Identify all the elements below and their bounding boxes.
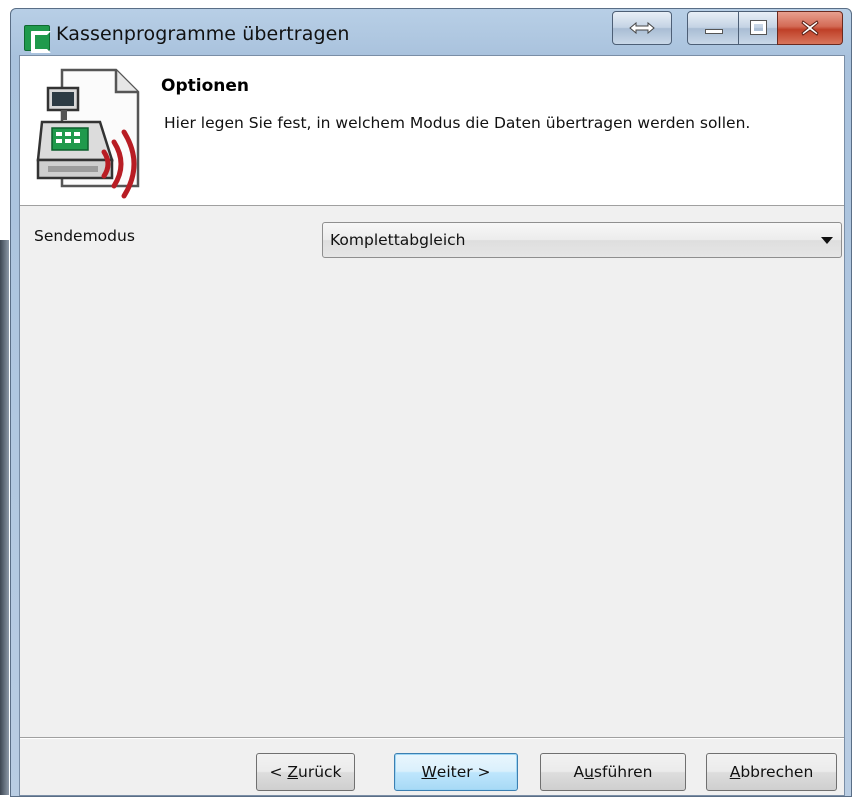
back-button-prefix: <	[269, 763, 288, 781]
cancel-button-mnemonic: A	[729, 763, 741, 781]
maximize-button[interactable]	[738, 11, 778, 45]
resize-button[interactable]	[612, 11, 672, 45]
window-shadow-edge	[0, 240, 9, 795]
execute-button[interactable]: Au sführen	[540, 753, 686, 791]
minimize-icon	[705, 29, 723, 34]
next-button-label: eiter >	[436, 763, 491, 781]
next-button[interactable]: Weiter >	[394, 753, 518, 791]
page-title: Optionen	[161, 76, 249, 96]
title-bar[interactable]: Kassenprogramme übertragen	[11, 9, 851, 55]
send-mode-label: Sendemodus	[34, 227, 135, 245]
minimize-button[interactable]	[687, 11, 739, 45]
chevron-down-icon[interactable]	[821, 237, 833, 244]
footer-divider	[20, 737, 844, 739]
execute-button-label: sführen	[593, 763, 653, 781]
cancel-button-label: bbrechen	[740, 763, 814, 781]
page-description: Hier legen Sie fest, in welchem Modus di…	[164, 114, 751, 132]
execute-button-prefix: A	[573, 763, 585, 781]
close-icon	[778, 12, 842, 44]
send-mode-select[interactable]: Komplettabgleich	[322, 222, 842, 258]
send-mode-value: Komplettabgleich	[330, 231, 466, 249]
maximize-icon	[750, 20, 767, 35]
wizard-header: Optionen Hier legen Sie fest, in welchem…	[20, 56, 844, 206]
window-title: Kassenprogramme übertragen	[56, 23, 350, 45]
back-button-label: urück	[298, 763, 342, 781]
wizard-client-area: Optionen Hier legen Sie fest, in welchem…	[19, 55, 845, 796]
resize-arrows-icon	[613, 12, 671, 44]
close-button[interactable]	[777, 11, 843, 45]
back-button-mnemonic: Z	[287, 763, 298, 781]
app-icon[interactable]	[24, 25, 51, 53]
cancel-button[interactable]: Abbrechen	[706, 753, 837, 791]
execute-button-mnemonic: u	[584, 763, 594, 781]
back-button[interactable]: < Zurück	[256, 753, 355, 791]
wizard-window: Kassenprogramme übertragen Optionen Hier…	[10, 8, 852, 797]
next-button-mnemonic: W	[421, 763, 437, 781]
cash-register-transmit-icon	[34, 66, 148, 200]
